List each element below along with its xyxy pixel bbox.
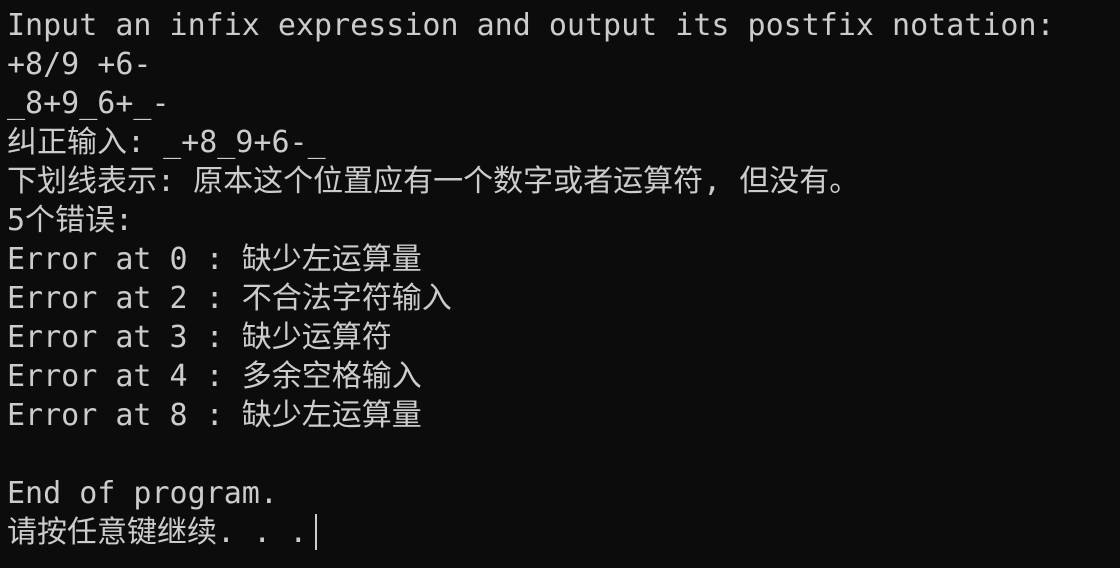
input-expression-line: +8/9 +6- — [7, 47, 152, 82]
press-any-key-text: 请按任意键继续. . . — [7, 515, 308, 550]
error-line: Error at 3 : 缺少运算符 — [7, 320, 392, 355]
postfix-output-line: _8+9_6+_- — [7, 86, 170, 121]
text-cursor — [315, 514, 318, 550]
console-window[interactable]: Input an infix expression and output its… — [0, 0, 1120, 568]
prompt-line: Input an infix expression and output its… — [7, 8, 1055, 43]
error-line: Error at 8 : 缺少左运算量 — [7, 398, 422, 433]
end-of-program-line: End of program. — [7, 476, 278, 511]
underscore-explanation-line: 下划线表示: 原本这个位置应有一个数字或者运算符, 但没有。 — [7, 164, 860, 199]
error-line: Error at 0 : 缺少左运算量 — [7, 242, 422, 277]
error-count-line: 5个错误: — [7, 203, 134, 238]
press-any-key-line: 请按任意键继续. . . — [7, 513, 1120, 552]
corrected-input-line: 纠正输入: _+8_9+6-_ — [7, 125, 326, 160]
error-line: Error at 4 : 多余空格输入 — [7, 359, 422, 394]
error-line: Error at 2 : 不合法字符输入 — [7, 281, 452, 316]
